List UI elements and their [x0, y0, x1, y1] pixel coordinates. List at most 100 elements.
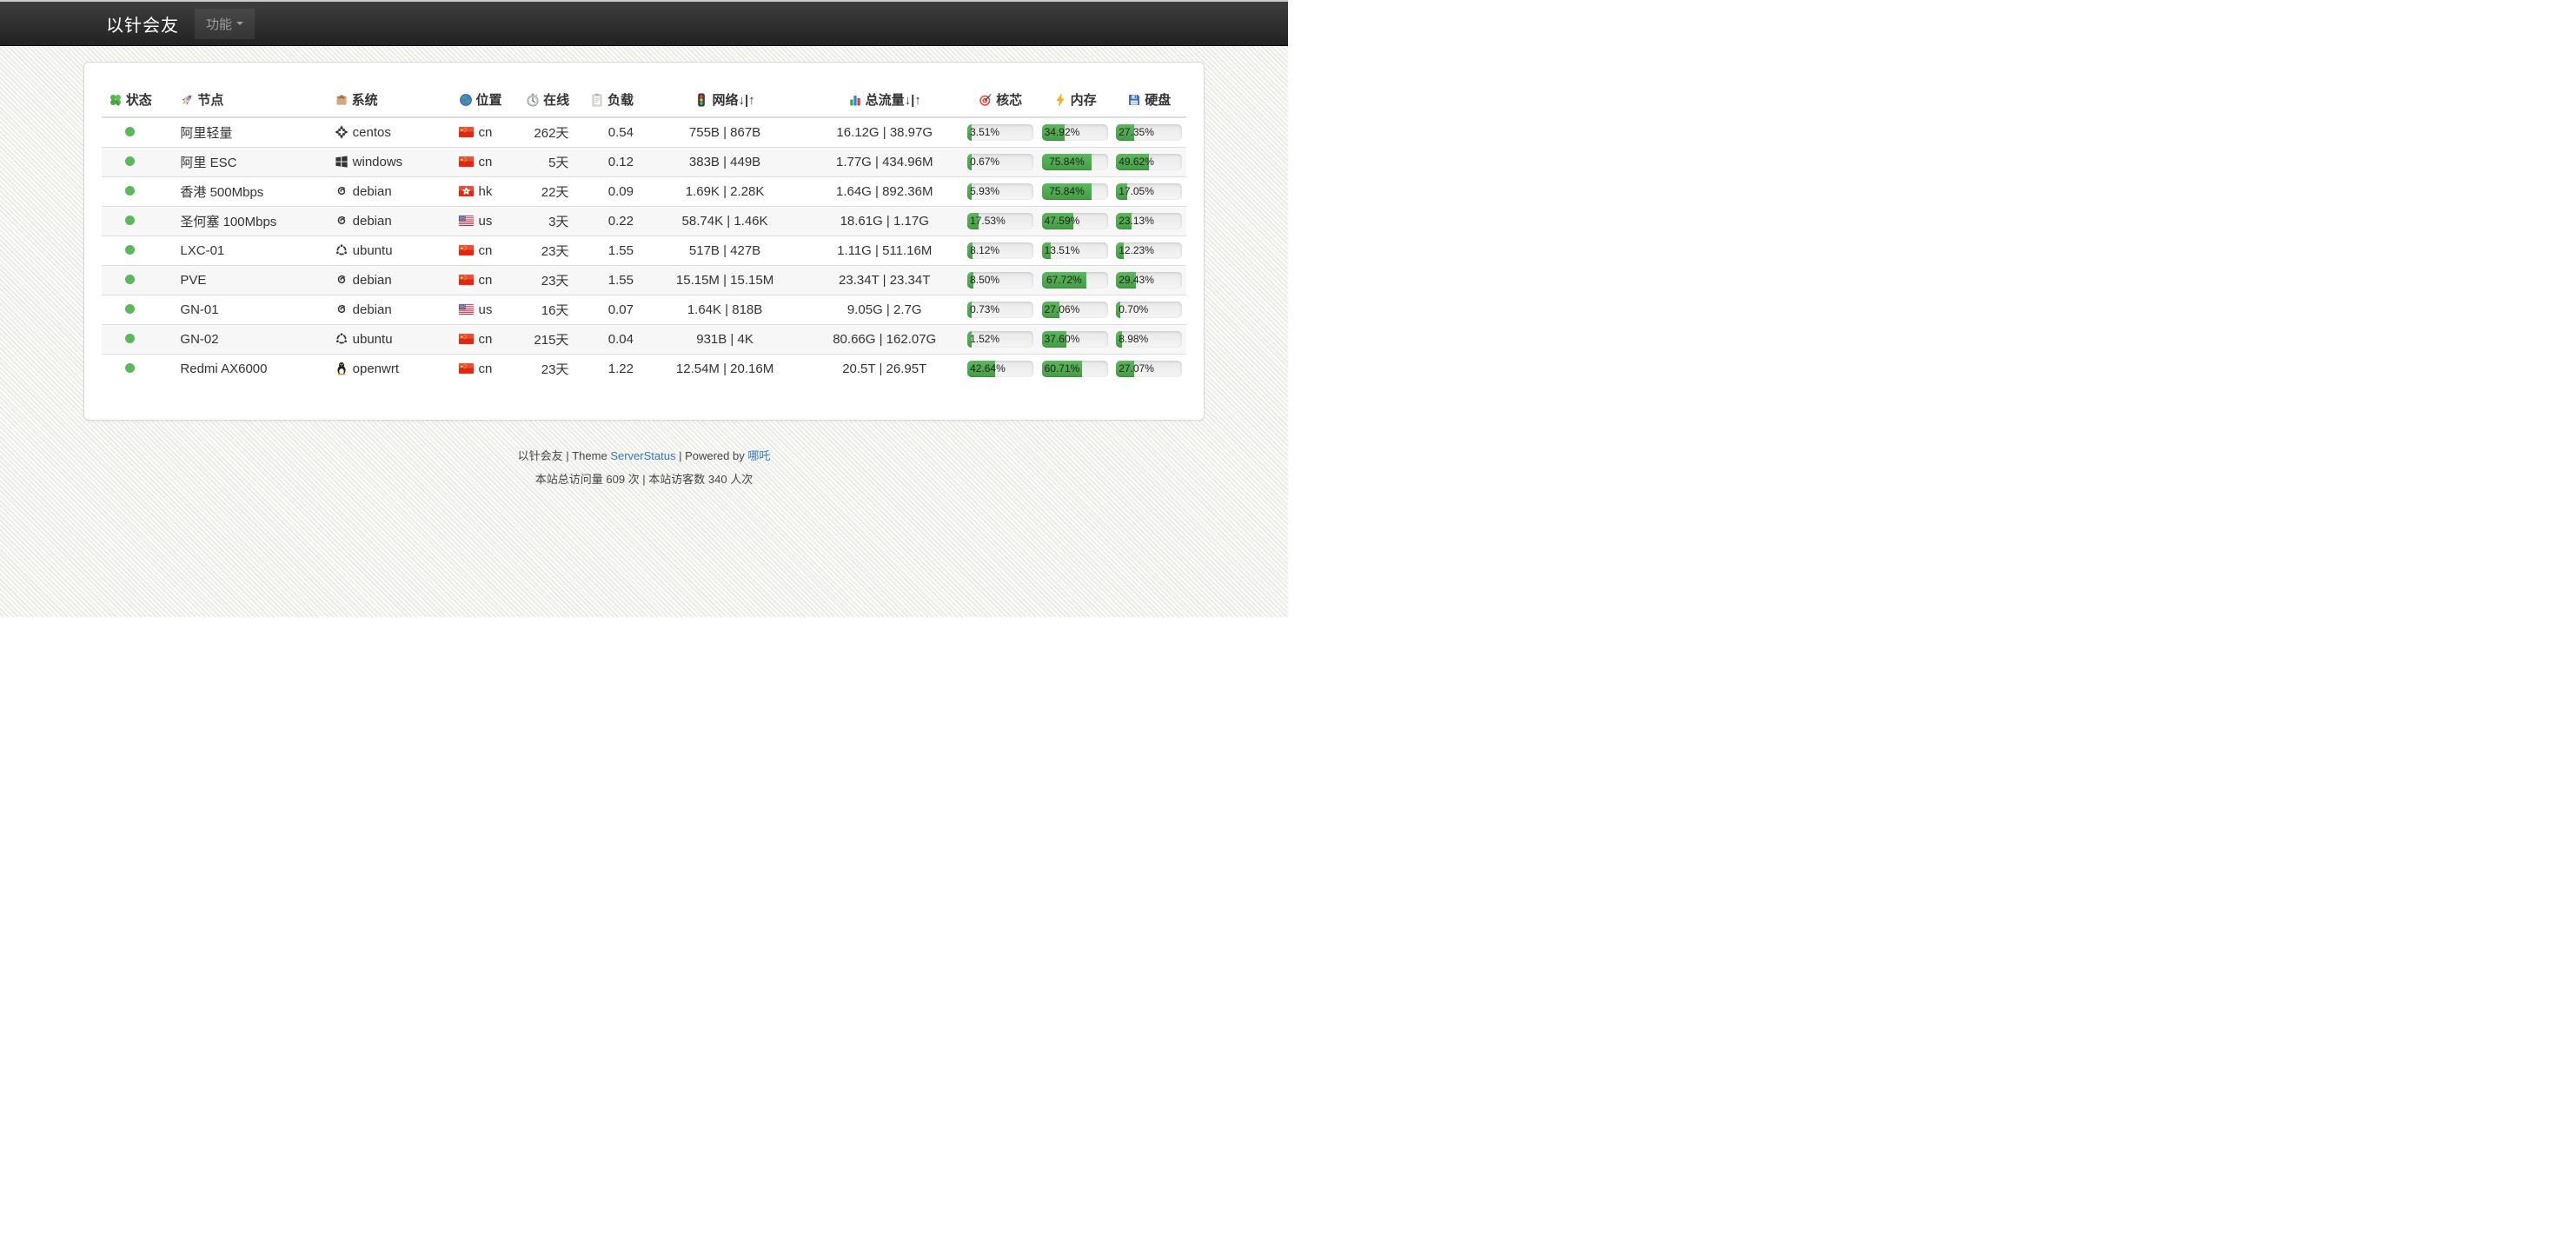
nav-menu-label: 功能 — [206, 15, 232, 33]
server-table-body: 阿里轻量centoscn262天0.54755B | 867B16.12G | … — [102, 117, 1186, 383]
node-name: 圣何塞 100Mbps — [158, 207, 329, 236]
usage-progress-bar: 75.84% — [1042, 183, 1108, 200]
flag-us-icon — [459, 304, 474, 315]
location-code: cn — [479, 125, 493, 140]
footer-visit-stats: 本站总访问量 609 次 | 本站访客数 340 人次 — [0, 470, 1288, 487]
usage-progress-bar: 49.62% — [1116, 154, 1182, 170]
debian-os-icon — [335, 214, 349, 228]
lightning-icon — [1053, 93, 1067, 107]
location-code: cn — [479, 332, 493, 347]
usage-progress-bar: 47.59% — [1042, 213, 1108, 229]
footer-nezha-link[interactable]: 哪吒 — [747, 449, 770, 462]
node-name: PVE — [158, 266, 329, 295]
server-row[interactable]: GN-01debianus16天0.071.64K | 818B9.05G | … — [102, 295, 1186, 325]
footer-credits: 以针会友 | Theme ServerStatus | Powered by 哪… — [0, 447, 1288, 463]
navbar-inner: 以针会友 功能 — [83, 2, 1205, 45]
traffic-light-icon — [694, 93, 708, 107]
nav-menu-features[interactable]: 功能 — [195, 9, 255, 39]
footer-theme-link[interactable]: ServerStatus — [610, 449, 675, 462]
os-name: ubuntu — [353, 332, 393, 347]
load-value: 1.55 — [574, 266, 644, 295]
os-name: debian — [353, 184, 392, 199]
network-value: 755B | 867B — [644, 117, 806, 148]
usage-progress-bar: 23.13% — [1116, 213, 1182, 229]
flag-cn-icon — [459, 245, 474, 255]
traffic-value: 80.66G | 162.07G — [806, 325, 963, 355]
uptime-value: 215天 — [526, 325, 574, 355]
usage-progress-bar: 67.72% — [1042, 272, 1108, 289]
location-code: cn — [479, 243, 493, 258]
os-name: centos — [353, 125, 391, 140]
uptime-value: 5天 — [526, 148, 574, 177]
os-name: ubuntu — [353, 243, 393, 258]
load-value: 0.04 — [574, 325, 644, 355]
floppy-icon — [1127, 93, 1141, 107]
usage-progress-bar: 0.73% — [967, 302, 1033, 318]
status-online-dot — [125, 334, 135, 343]
brand-link[interactable]: 以针会友 — [106, 11, 179, 36]
usage-progress-bar: 27.06% — [1042, 302, 1108, 318]
server-row[interactable]: LXC-01ubuntucn23天1.55517B | 427B1.11G | … — [102, 236, 1186, 266]
network-value: 383B | 449B — [644, 148, 806, 177]
server-row[interactable]: 香港 500Mbpsdebianhk22天0.091.69K | 2.28K1.… — [102, 177, 1186, 207]
node-name: 阿里 ESC — [158, 148, 329, 177]
os-name: debian — [353, 302, 392, 317]
usage-progress-bar: 0.70% — [1116, 302, 1182, 318]
status-online-dot — [125, 127, 135, 136]
server-status-panel: 状态节点系统位置在线负载网络↓|↑总流量↓|↑核芯内存硬盘 阿里轻量centos… — [83, 62, 1205, 421]
server-row[interactable]: GN-02ubuntucn215天0.04931B | 4K80.66G | 1… — [102, 325, 1186, 355]
server-row[interactable]: 阿里 ESCwindowscn5天0.12383B | 449B1.77G | … — [102, 148, 1186, 177]
flag-cn-icon — [459, 156, 474, 167]
column-header-network: 网络↓|↑ — [644, 83, 806, 117]
flag-cn-icon — [459, 334, 474, 344]
package-icon — [335, 93, 349, 107]
usage-progress-bar: 0.67% — [967, 154, 1033, 170]
column-header-load: 负载 — [574, 83, 644, 117]
progress-label: 29.43% — [1119, 272, 1154, 289]
centos-os-icon — [335, 125, 349, 139]
status-online-dot — [125, 216, 135, 225]
progress-label: 27.35% — [1119, 124, 1154, 141]
progress-label: 0.70% — [1119, 302, 1148, 318]
uptime-value: 23天 — [526, 355, 574, 384]
progress-label: 34.92% — [1045, 124, 1080, 141]
status-online-dot — [125, 275, 135, 284]
usage-progress-bar: 8.50% — [967, 272, 1033, 289]
usage-progress-bar: 8.12% — [967, 242, 1033, 259]
load-value: 0.07 — [574, 295, 644, 325]
node-name: 香港 500Mbps — [158, 177, 329, 207]
server-row[interactable]: 阿里轻量centoscn262天0.54755B | 867B16.12G | … — [102, 117, 1186, 148]
progress-label: 27.06% — [1045, 302, 1080, 318]
windows-os-icon — [335, 155, 349, 169]
column-header-node: 节点 — [158, 83, 329, 117]
status-online-dot — [125, 186, 135, 196]
table-header-row: 状态节点系统位置在线负载网络↓|↑总流量↓|↑核芯内存硬盘 — [102, 83, 1186, 117]
progress-label: 23.13% — [1119, 213, 1154, 229]
server-row[interactable]: Redmi AX6000openwrtcn23天1.2212.54M | 20.… — [102, 355, 1186, 384]
server-row[interactable]: PVEdebiancn23天1.5515.15M | 15.15M23.34T … — [102, 266, 1186, 295]
location-code: hk — [479, 184, 493, 199]
network-value: 15.15M | 15.15M — [644, 266, 806, 295]
usage-progress-bar: 17.53% — [967, 213, 1033, 229]
network-value: 1.64K | 818B — [644, 295, 806, 325]
status-online-dot — [125, 156, 135, 166]
rocket-icon — [180, 93, 194, 107]
progress-label: 49.62% — [1119, 154, 1154, 170]
ubuntu-os-icon — [335, 332, 349, 346]
node-name: Redmi AX6000 — [158, 355, 329, 384]
traffic-value: 18.61G | 1.17G — [806, 207, 963, 236]
progress-label: 47.59% — [1045, 213, 1080, 229]
page: 以针会友 功能 状态节点系统位置在线负载网络↓|↑总流量↓|↑核芯内存硬盘 阿里… — [0, 0, 1288, 617]
server-row[interactable]: 圣何塞 100Mbpsdebianus3天0.2258.74K | 1.46K1… — [102, 207, 1186, 236]
flag-hk-icon — [459, 186, 474, 196]
progress-label: 75.84% — [1049, 154, 1085, 170]
progress-label: 60.71% — [1045, 361, 1080, 377]
column-header-location: 位置 — [452, 83, 527, 117]
column-header-mem: 内存 — [1038, 83, 1112, 117]
location-code: us — [479, 302, 493, 317]
progress-label: 12.23% — [1119, 242, 1154, 259]
traffic-value: 9.05G | 2.7G — [806, 295, 963, 325]
network-value: 517B | 427B — [644, 236, 806, 266]
uptime-value: 16天 — [526, 295, 574, 325]
progress-label: 5.93% — [970, 183, 999, 200]
